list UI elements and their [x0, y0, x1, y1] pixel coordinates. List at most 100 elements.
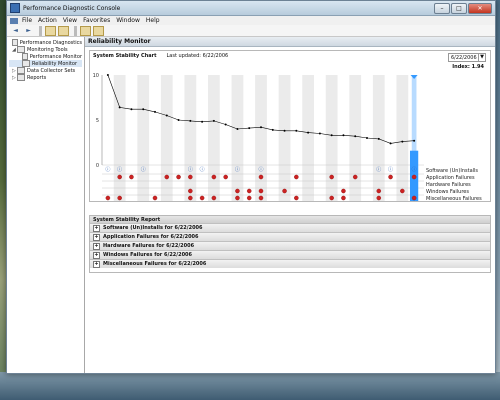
close-icon[interactable]: ✕: [468, 2, 492, 14]
event-row-label: Application Failures: [426, 175, 475, 181]
install-icon: ⓘ: [105, 166, 110, 173]
title-bar: Performance Diagnostic Console – □ ✕: [7, 1, 495, 16]
data-point: [118, 106, 121, 109]
event-row-label: Software (Un)Installs: [426, 168, 478, 174]
back-arrow-icon[interactable]: ◄: [10, 26, 21, 36]
tree-monitoring-tools[interactable]: ◢ Monitoring Tools: [9, 46, 82, 53]
data-point: [154, 110, 156, 113]
stability-report-panel: System Stability Report + Software (Un)In…: [89, 215, 491, 273]
install-icon: ⓘ: [117, 166, 122, 173]
data-point: [201, 120, 204, 123]
tree-reliability-monitor[interactable]: Reliability Monitor: [9, 60, 82, 67]
data-point: [248, 127, 251, 130]
report-title: System Stability Report: [90, 216, 490, 223]
expand-icon[interactable]: +: [93, 233, 100, 241]
console-window: Performance Diagnostic Console – □ ✕ Fil…: [6, 0, 496, 374]
application-failure-icon: [294, 174, 299, 180]
report-row-app-failures[interactable]: + Application Failures for 6/22/2006: [90, 232, 490, 241]
chart-column-band: [137, 75, 150, 201]
expand-icon[interactable]: +: [93, 260, 100, 268]
show-hide-tree-icon[interactable]: [58, 25, 69, 36]
tree-reports-label: Reports: [27, 74, 47, 81]
event-row-label: Hardware Failures: [426, 182, 471, 188]
miscellaneous-failure-icon: [152, 195, 158, 201]
menu-favorites[interactable]: Favorites: [83, 17, 110, 24]
tree-reports[interactable]: ▷ Reports: [9, 74, 82, 81]
install-icon: ⓘ: [200, 166, 205, 173]
windows-failure-icon: [400, 188, 405, 194]
data-point: [295, 129, 298, 132]
chart-column-band: [255, 75, 267, 201]
miscellaneous-failure-icon: [235, 195, 240, 201]
report-row-label: Application Failures for 6/22/2006: [103, 234, 199, 240]
y-tick-label: 0: [96, 163, 99, 169]
maximize-icon[interactable]: □: [451, 2, 467, 14]
app-icon: [10, 3, 20, 13]
data-point: [330, 134, 333, 137]
chart-column-band: [349, 75, 362, 201]
tree-performance-monitor[interactable]: Performance Monitor: [9, 53, 82, 60]
expand-icon[interactable]: +: [93, 242, 100, 250]
folder-icon: [17, 46, 25, 53]
properties-icon[interactable]: [93, 25, 104, 36]
windows-failure-icon: [246, 188, 252, 194]
toolbar-separator: [74, 25, 77, 36]
mmc-icon: [10, 17, 18, 24]
selected-day-pointer: [410, 75, 418, 79]
menu-window[interactable]: Window: [116, 17, 140, 24]
toolbar: ◄ ►: [7, 25, 495, 37]
data-point: [377, 137, 380, 140]
main-pane: Reliability Monitor System Stability Cha…: [85, 37, 495, 373]
forward-arrow-icon[interactable]: ►: [23, 26, 34, 36]
application-failure-icon: [117, 174, 122, 180]
application-failure-icon: [129, 174, 134, 180]
menu-help[interactable]: Help: [146, 17, 160, 24]
minimize-icon[interactable]: –: [434, 2, 450, 14]
menu-action[interactable]: Action: [38, 17, 57, 24]
application-failure-icon: [211, 174, 217, 180]
expand-icon[interactable]: +: [93, 224, 100, 232]
toolbar-separator: [39, 25, 42, 36]
menu-view[interactable]: View: [63, 17, 77, 24]
tree-data-collector-sets[interactable]: ▷ Data Collector Sets: [9, 67, 82, 74]
data-point: [189, 119, 192, 122]
report-row-misc-failures[interactable]: + Miscellaneous Failures for 6/22/2006: [90, 259, 490, 268]
miscellaneous-failure-icon: [211, 195, 217, 201]
report-row-installs[interactable]: + Software (Un)Installs for 6/22/2006: [90, 223, 490, 232]
expand-icon[interactable]: +: [93, 251, 100, 259]
chart-column-band: [208, 75, 220, 201]
windows-failure-icon: [258, 188, 264, 194]
help-icon[interactable]: [80, 25, 91, 36]
data-point: [130, 108, 133, 111]
chart-column-band: [325, 75, 338, 201]
tree-reliability-label: Reliability Monitor: [32, 60, 78, 67]
data-point: [366, 137, 368, 139]
chart-column-band: [231, 75, 244, 201]
application-failure-icon: [352, 174, 358, 180]
data-point: [401, 140, 404, 143]
menu-file[interactable]: File: [22, 17, 32, 24]
up-folder-icon[interactable]: [45, 25, 56, 36]
data-point: [283, 129, 286, 132]
miscellaneous-failure-icon: [199, 195, 205, 201]
tree-root[interactable]: Performance Diagnostics: [9, 39, 82, 46]
application-failure-icon: [258, 174, 264, 180]
report-row-windows-failures[interactable]: + Windows Failures for 6/22/2006: [90, 250, 490, 259]
miscellaneous-failure-icon: [329, 195, 334, 201]
chart-column-band: [278, 75, 291, 201]
folder-icon: [17, 74, 25, 81]
miscellaneous-failure-icon: [376, 195, 382, 201]
data-point: [389, 142, 392, 145]
tree-root-label: Performance Diagnostics: [19, 39, 82, 46]
event-row-label: Miscellaneous Failures: [426, 196, 482, 201]
application-failure-icon: [388, 174, 393, 180]
stability-chart-panel: System Stability Chart Last updated: 6/2…: [89, 50, 491, 202]
report-row-hardware-failures[interactable]: + Hardware Failures for 6/22/2006: [90, 241, 490, 250]
install-icon: ⓘ: [388, 166, 393, 173]
install-icon: ⓘ: [188, 166, 193, 173]
install-icon: ⓘ: [235, 166, 240, 173]
windows-failure-icon: [188, 188, 193, 194]
miscellaneous-failure-icon: [294, 195, 299, 201]
stability-chart[interactable]: 10 5 0 Software (Un)InstallsApplication Fai…: [90, 51, 492, 201]
diagnostics-icon: [12, 39, 18, 46]
